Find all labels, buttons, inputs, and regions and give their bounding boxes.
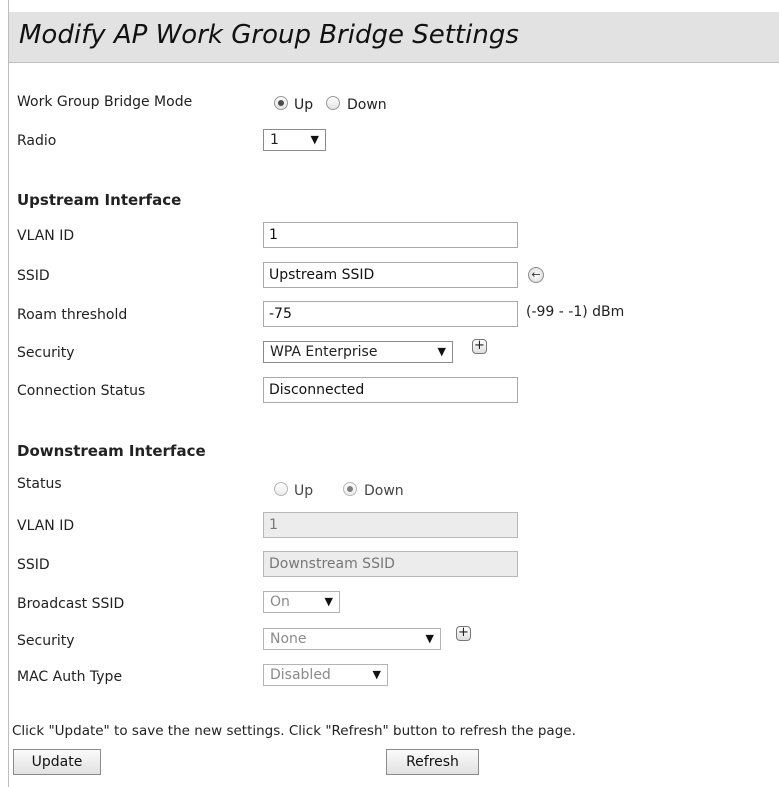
- update-button[interactable]: Update: [13, 749, 101, 775]
- page-left-border: [8, 0, 9, 787]
- upstream-heading: Upstream Interface: [17, 191, 182, 209]
- upstream-vlan-input[interactable]: 1: [263, 222, 518, 248]
- chevron-down-icon: ▼: [425, 632, 434, 645]
- downstream-ssid-label: SSID: [17, 557, 50, 573]
- wgb-mode-up-label: Up: [294, 97, 314, 113]
- roam-threshold-unit: (-99 - -1) dBm: [526, 304, 625, 320]
- wgb-mode-label: Work Group Bridge Mode: [17, 94, 193, 110]
- chevron-down-icon: ▼: [324, 595, 333, 608]
- downstream-status-up-radio[interactable]: [274, 482, 288, 496]
- radio-select[interactable]: 1 ▼: [263, 129, 326, 151]
- broadcast-ssid-select[interactable]: On ▼: [263, 591, 340, 613]
- add-icon[interactable]: +: [472, 339, 487, 354]
- roam-threshold-input[interactable]: -75: [263, 301, 518, 327]
- broadcast-ssid-value: On: [270, 594, 290, 610]
- mac-auth-type-label: MAC Auth Type: [17, 669, 123, 685]
- wgb-mode-down-radio[interactable]: [326, 96, 340, 110]
- downstream-ssid-input[interactable]: Downstream SSID: [263, 551, 518, 577]
- downstream-status-label: Status: [17, 476, 62, 492]
- downstream-security-label: Security: [17, 633, 75, 649]
- chevron-down-icon: ▼: [437, 345, 446, 358]
- title-bar: Modify AP Work Group Bridge Settings: [9, 12, 779, 63]
- upstream-ssid-input[interactable]: Upstream SSID: [263, 262, 518, 288]
- broadcast-ssid-label: Broadcast SSID: [17, 596, 125, 612]
- upstream-vlan-label: VLAN ID: [17, 228, 75, 244]
- upstream-ssid-label: SSID: [17, 268, 50, 284]
- chevron-down-icon: ▼: [310, 133, 319, 146]
- downstream-security-select[interactable]: None ▼: [263, 628, 441, 650]
- page-title: Modify AP Work Group Bridge Settings: [19, 20, 519, 50]
- wgb-mode-up-radio[interactable]: [274, 96, 288, 110]
- upstream-security-select[interactable]: WPA Enterprise ▼: [263, 341, 453, 363]
- wgb-mode-down-label: Down: [347, 97, 387, 113]
- downstream-heading: Downstream Interface: [17, 442, 206, 460]
- radio-label: Radio: [17, 133, 57, 149]
- footer-note: Click "Update" to save the new settings.…: [12, 723, 576, 739]
- refresh-button[interactable]: Refresh: [386, 749, 479, 775]
- downstream-vlan-input[interactable]: 1: [263, 512, 518, 538]
- upstream-security-label: Security: [17, 345, 75, 361]
- arrow-left-icon[interactable]: ←: [528, 267, 544, 283]
- add-icon[interactable]: +: [456, 626, 471, 641]
- downstream-status-up-label: Up: [294, 483, 314, 499]
- radio-select-value: 1: [270, 132, 279, 148]
- connection-status-label: Connection Status: [17, 383, 146, 399]
- mac-auth-type-select[interactable]: Disabled ▼: [263, 664, 388, 686]
- downstream-status-down-radio[interactable]: [343, 482, 357, 496]
- connection-status-field: Disconnected: [263, 377, 518, 403]
- downstream-security-value: None: [270, 631, 307, 647]
- downstream-status-down-label: Down: [364, 483, 404, 499]
- roam-threshold-label: Roam threshold: [17, 307, 128, 323]
- upstream-security-value: WPA Enterprise: [270, 344, 378, 360]
- chevron-down-icon: ▼: [372, 668, 381, 681]
- downstream-vlan-label: VLAN ID: [17, 518, 75, 534]
- mac-auth-type-value: Disabled: [270, 667, 331, 683]
